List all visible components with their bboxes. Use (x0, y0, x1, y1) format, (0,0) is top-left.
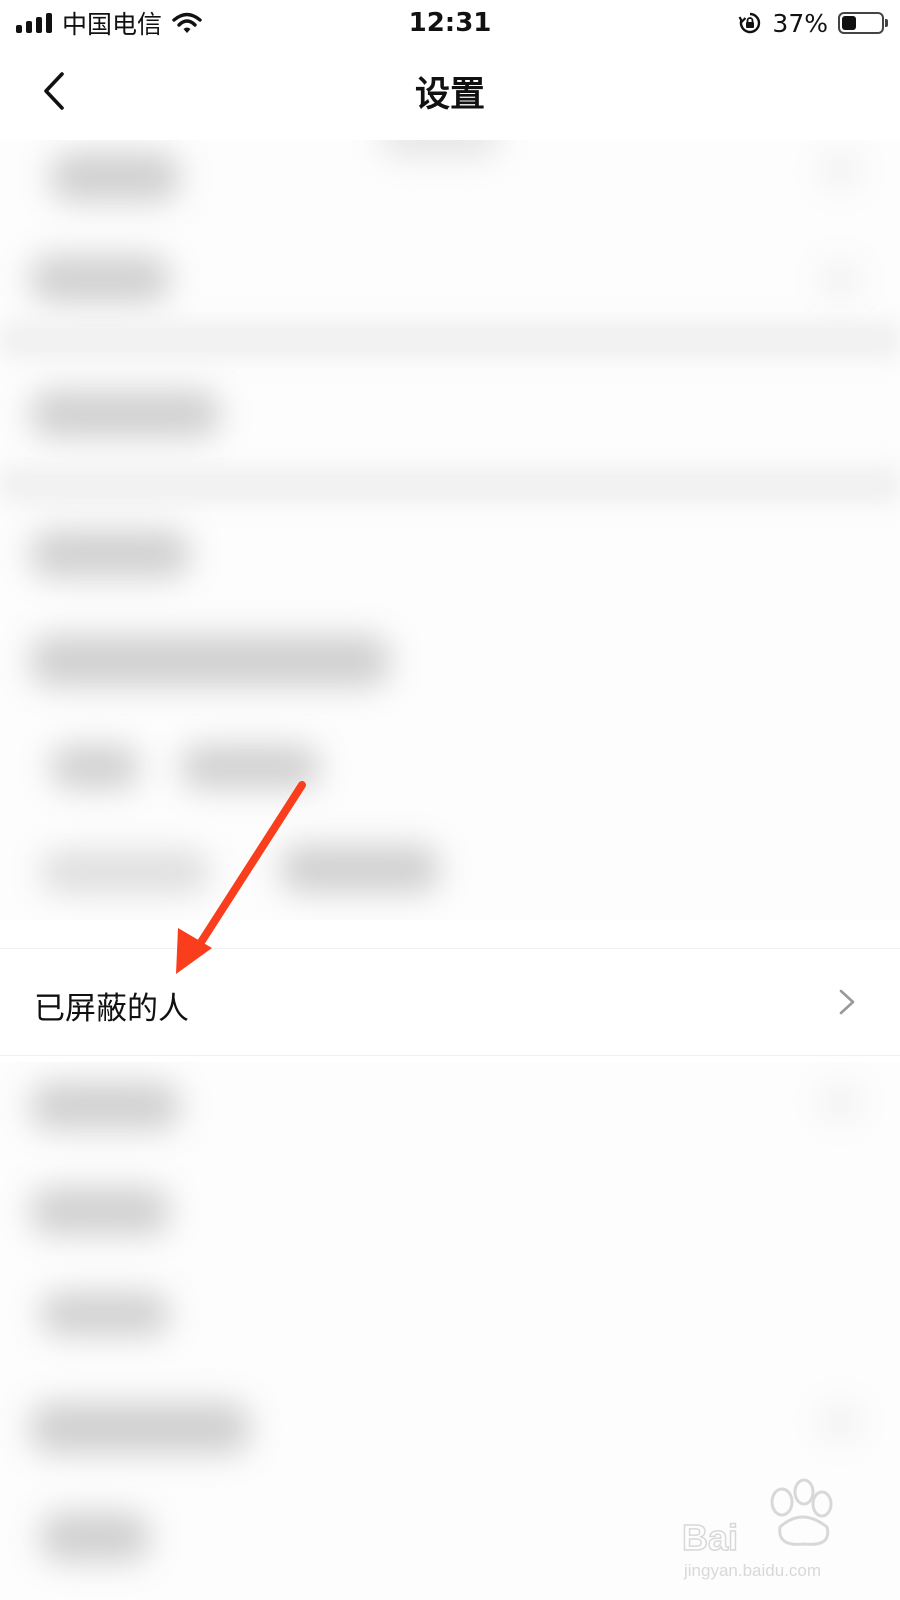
signal-icon (16, 13, 52, 33)
watermark-url: jingyan.baidu.com (683, 1561, 821, 1580)
status-bar-right: 37% (738, 8, 888, 38)
chevron-right-icon (839, 989, 855, 1015)
status-bar: 中国电信 12:31 37% (0, 0, 900, 46)
battery-percent: 37% (772, 8, 828, 38)
carrier-label: 中国电信 (62, 10, 163, 39)
status-bar-left: 中国电信 (16, 5, 202, 41)
battery-icon (838, 12, 888, 34)
svg-text:Bai: Bai (682, 1517, 738, 1558)
nav-bar: 设置 (0, 46, 900, 138)
blocked-users-row[interactable]: 已屏蔽的人 (0, 948, 900, 1056)
baidu-jingyan-watermark: Bai jingyan.baidu.com (682, 1478, 833, 1580)
battery-level-fill (842, 16, 856, 30)
status-time: 12:31 (408, 8, 492, 38)
wifi-icon (172, 12, 202, 33)
blurred-settings-list-top (0, 140, 900, 920)
page-title: 设置 (414, 75, 485, 115)
blocked-users-label: 已屏蔽的人 (34, 991, 189, 1027)
rotation-lock-icon (738, 12, 761, 34)
